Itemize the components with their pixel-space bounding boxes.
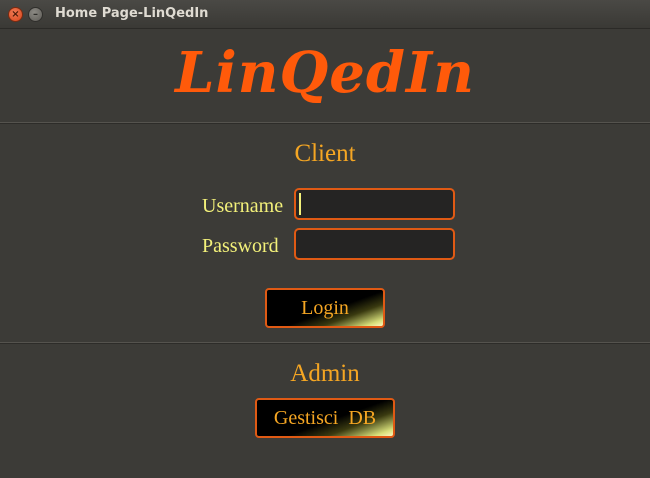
username-input[interactable] [294,188,455,220]
login-button-label: Login [301,296,349,319]
top-divider [0,122,650,124]
password-input[interactable] [294,228,455,260]
manage-db-button[interactable]: Gestisci DB [255,398,395,438]
title-bar: × – Home Page-LinQedIn [0,0,650,29]
window-title: Home Page-LinQedIn [55,6,209,21]
app-window: × – Home Page-LinQedIn LinQedIn Client U… [0,0,650,478]
minimize-icon: – [33,8,38,20]
bottom-divider [0,342,650,344]
client-heading: Client [294,140,356,167]
minimize-window-button[interactable]: – [28,7,43,22]
username-label: Username [202,195,284,217]
password-label: Password [202,235,279,257]
admin-heading: Admin [290,360,360,387]
text-cursor [299,193,301,215]
app-logo: LinQedIn [175,40,475,106]
manage-db-button-label: Gestisci DB [273,406,377,429]
login-button[interactable]: Login [265,288,385,328]
close-icon: × [11,8,20,20]
close-window-button[interactable]: × [8,7,23,22]
